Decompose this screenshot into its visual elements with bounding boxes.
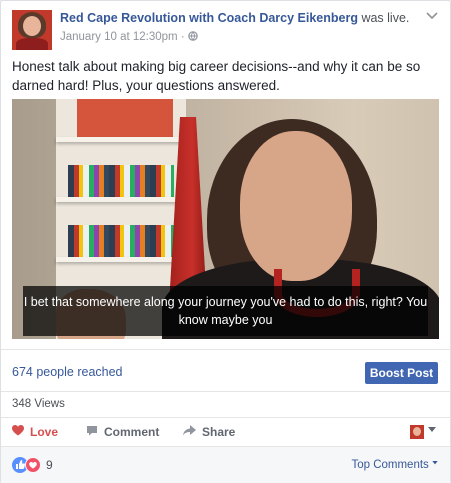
post-card: Red Cape Revolution with Coach Darcy Eik… <box>0 0 451 483</box>
page-avatar[interactable] <box>12 10 52 50</box>
video-caption: I bet that somewhere along your journey … <box>23 286 428 336</box>
views-count: 348 Views <box>12 398 65 410</box>
post-as-avatar[interactable] <box>410 425 424 439</box>
top-comments-label: Top Comments <box>351 459 429 471</box>
comment-action[interactable]: Comment <box>86 425 159 439</box>
share-label: Share <box>202 425 236 439</box>
page-name-link[interactable]: Red Cape Revolution with Coach Darcy Eik… <box>60 11 358 25</box>
post-header: Red Cape Revolution with Coach Darcy Eik… <box>60 11 409 25</box>
books-row <box>68 225 174 257</box>
shelf-board <box>56 197 186 202</box>
shelf-board <box>56 137 186 142</box>
comment-label: Comment <box>104 425 160 439</box>
post-meta: January 10 at 12:30pm · <box>60 31 198 43</box>
divider <box>1 417 450 418</box>
divider <box>1 391 450 392</box>
globe-icon[interactable] <box>188 31 198 41</box>
shelf-board <box>56 257 186 262</box>
poster <box>77 99 173 137</box>
meta-separator: · <box>177 31 188 43</box>
people-reached-link[interactable]: 674 people reached <box>12 365 123 379</box>
video-player[interactable]: I bet that somewhere along your journey … <box>12 99 439 339</box>
status-suffix: was live. <box>357 11 410 25</box>
avatar-face <box>23 16 41 36</box>
comment-icon <box>86 425 98 439</box>
post-text: Honest talk about making big career deci… <box>12 59 421 93</box>
post-options-chevron-icon[interactable] <box>426 9 438 23</box>
avatar-shirt <box>16 38 48 50</box>
top-comments-dropdown[interactable]: Top Comments <box>351 459 438 471</box>
reactions-bar: 9 Top Comments <box>1 446 450 483</box>
avatar-face <box>413 427 421 436</box>
heart-icon <box>12 425 24 439</box>
divider <box>1 349 450 350</box>
speaker-face <box>240 131 352 281</box>
books-row <box>68 165 174 197</box>
boost-post-button[interactable]: Boost Post <box>365 362 438 384</box>
timestamp-link[interactable]: January 10 at 12:30pm <box>60 31 178 43</box>
chevron-down-icon <box>432 461 438 465</box>
reaction-count[interactable]: 9 <box>46 458 53 472</box>
share-action[interactable]: Share <box>183 425 235 439</box>
love-action[interactable]: Love <box>12 425 58 439</box>
love-reaction-icon[interactable] <box>25 457 41 473</box>
love-label: Love <box>30 425 59 439</box>
share-arrow-icon <box>183 425 196 439</box>
post-as-chevron-down-icon[interactable] <box>428 425 436 435</box>
